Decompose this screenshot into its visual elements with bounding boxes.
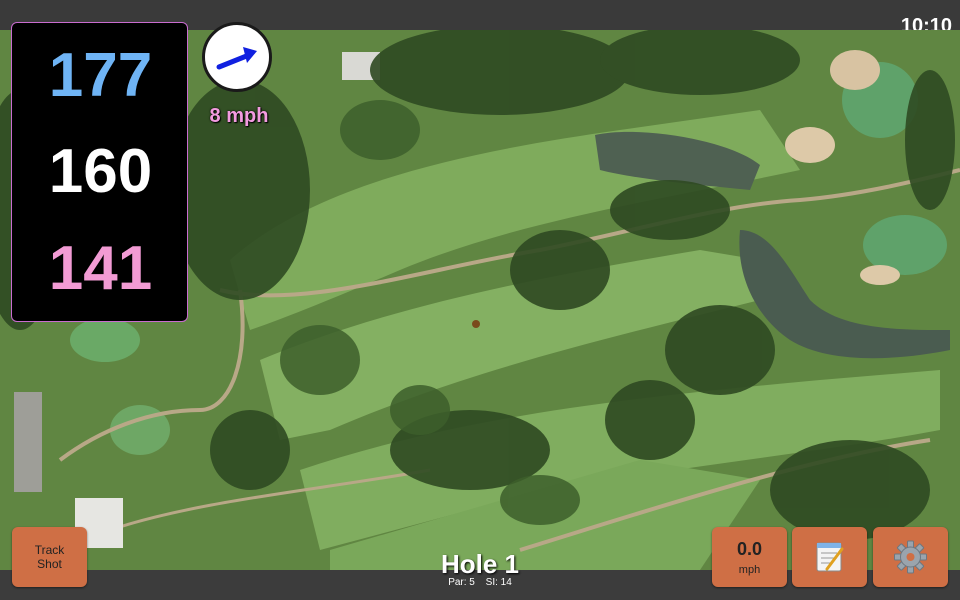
hole-info: Par: 5 SI: 14	[380, 577, 580, 588]
track-shot-label-line2: Shot	[37, 557, 62, 571]
front-distance: 141	[48, 234, 153, 303]
wind-speed-label: 8 mph	[209, 105, 269, 127]
settings-button[interactable]	[873, 527, 948, 587]
hole-stroke-index: SI: 14	[485, 577, 512, 588]
hole-par: Par: 5	[448, 577, 475, 588]
speed-unit: mph	[738, 564, 761, 576]
gear-icon	[894, 540, 927, 574]
back-distance: 177	[48, 41, 153, 110]
wind-indicator	[202, 22, 272, 92]
track-shot-label-line1: Track	[34, 542, 65, 557]
distance-panel: 177 160 141	[11, 22, 188, 322]
middle-distance: 160	[48, 137, 153, 206]
arrow-east-icon	[216, 47, 257, 70]
speed-button[interactable]: 0.0 mph	[712, 527, 787, 587]
notes-button[interactable]	[792, 527, 867, 587]
notepad-icon	[816, 542, 844, 572]
speed-value: 0.0	[736, 539, 763, 559]
track-shot-button[interactable]: Track Shot	[12, 527, 87, 587]
hole-title: Hole 1	[440, 549, 520, 579]
